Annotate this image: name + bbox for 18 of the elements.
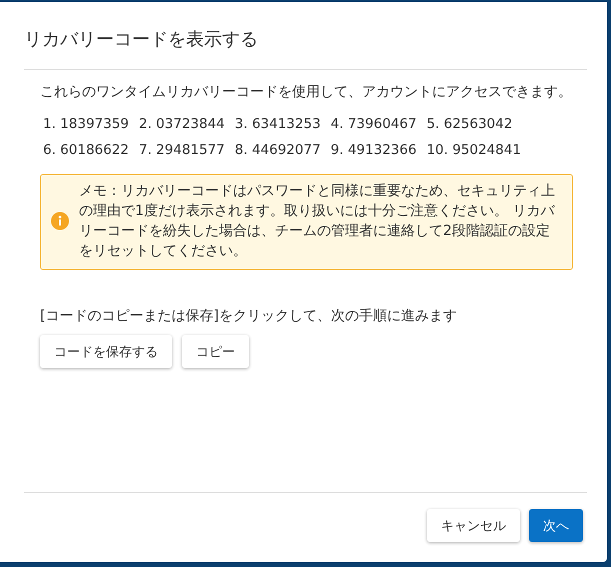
next-button[interactable]: 次へ [529,509,583,542]
notice-text: メモ：リカバリーコードはパスワードと同様に重要なため、セキュリティ上の理由で1度だけ表示されます。取り扱いには十分ご注意ください。 リカバリーコードを紛失した場合は、チームの管理者に連絡して2段階認証の設定をリセットしてください。 [79,182,556,261]
dialog-title: リカバリーコードを表示する [23,28,259,52]
recovery-code: 7. 29481577 [138,142,225,158]
recovery-code: 6. 60186622 [43,142,129,158]
instruction-text: [コードのコピーまたは保存]をクリックして、次の手順に進みます [40,307,458,325]
recovery-code: 8. 44692077 [234,142,321,158]
copy-button[interactable]: コピー [182,335,249,368]
cancel-button[interactable]: キャンセル [427,509,520,542]
recovery-code: 2. 03723844 [138,116,225,132]
recovery-code: 4. 73960467 [330,116,417,132]
recovery-code: 5. 62563042 [426,116,512,132]
recovery-code: 10. 95024841 [426,142,522,158]
recovery-code: 3. 63413253 [234,116,321,132]
save-codes-button[interactable]: コードを保存する [40,335,172,368]
intro-text: これらのワンタイムリカバリーコードを使用して、アカウントにアクセスできます。 [40,83,573,102]
recovery-code: 1. 18397359 [43,116,129,132]
recovery-code: 9. 49132366 [330,142,417,158]
